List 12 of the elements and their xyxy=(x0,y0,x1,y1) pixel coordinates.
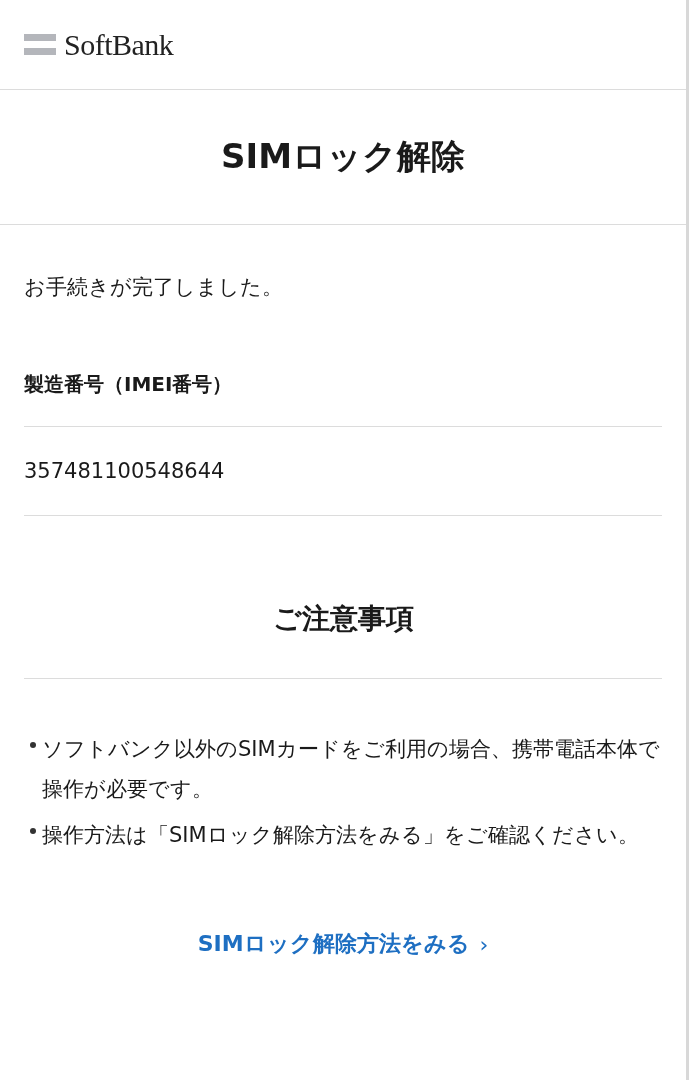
note-text: ソフトバンク以外のSIMカードをご利用の場合、携帯電話本体で操作が必要です。 xyxy=(42,736,661,803)
completion-message: お手続きが完了しました。 xyxy=(24,274,284,301)
imei-value: 357481100548644 xyxy=(24,427,662,516)
bullet-icon xyxy=(30,828,36,834)
bullet-icon xyxy=(30,742,36,748)
logo-bars-icon xyxy=(24,33,56,56)
logo-text: SoftBank xyxy=(64,27,174,62)
notes-title: ご注意事項 xyxy=(24,516,662,679)
page-title: SIMロック解除 xyxy=(221,135,465,178)
unlock-method-link[interactable]: SIMロック解除方法をみる › xyxy=(24,929,662,959)
note-text: 操作方法は「SIMロック解除方法をみる」をご確認ください。 xyxy=(42,822,639,849)
imei-label: 製造番号（IMEI番号） xyxy=(24,369,662,427)
